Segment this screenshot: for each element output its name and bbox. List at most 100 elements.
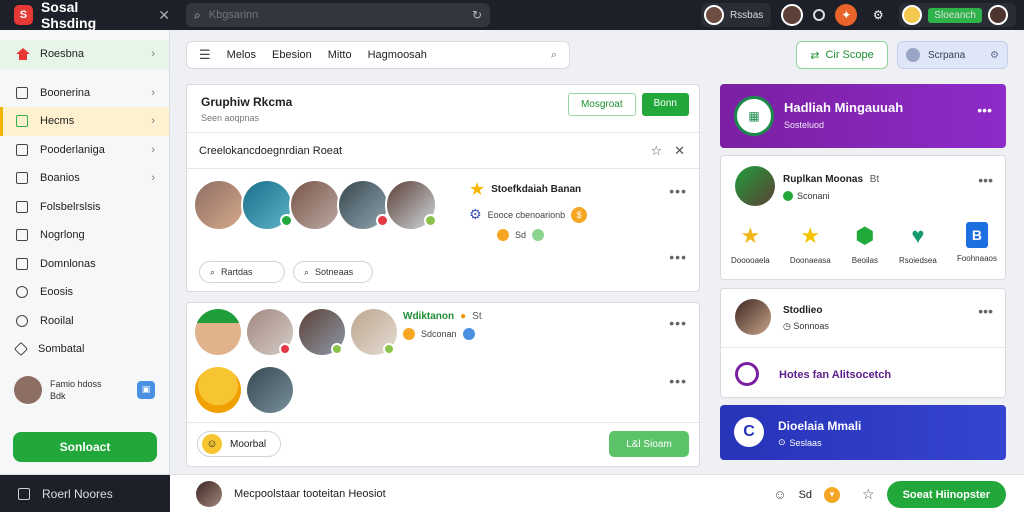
menu-icon[interactable]: ☰ [199,47,211,63]
avatar[interactable] [735,299,771,335]
sidebar-item-9[interactable]: Rooilal [0,307,169,336]
top-right-controls: Rssbas ✦ ⚙ Sloeanch [700,3,1016,27]
badge-label: Beoilas [851,256,878,265]
contact-link[interactable]: Hotes fan Alitsocetch [779,369,891,381]
avatar[interactable] [351,309,397,355]
sidebar-profile[interactable]: Famio hdoss Bdk ▣ [0,372,169,408]
notification-icon[interactable]: ✦ [835,4,858,26]
avatar[interactable] [195,309,241,355]
calendar-icon[interactable]: ▣ [137,380,155,399]
top-search-bar[interactable]: ⌕ ↻ [186,3,490,27]
chevron-right-icon: › [151,172,155,185]
sidebar-item-label: Pooderlaniga [40,143,105,156]
avatar [988,5,1008,25]
primary-button[interactable]: Bonn [641,93,689,116]
avatar[interactable] [247,309,293,355]
star-icon[interactable]: ☆ [650,143,662,159]
close-icon[interactable]: ✕ [158,7,170,24]
avatar[interactable] [247,367,293,413]
star-icon[interactable]: ☆ [862,486,875,503]
list-icon [16,200,28,213]
comment-input-text: Rartdas [221,267,253,277]
reaction-chip[interactable]: ☺ Moorbal [197,431,282,457]
avatar[interactable] [337,179,389,231]
person-desc: Eooce cbenoarionb [487,209,566,220]
tab-2[interactable]: Mitto [328,49,352,61]
tab-1[interactable]: Ebesion [272,49,312,61]
chevron-down-icon[interactable]: ▾ [824,486,841,503]
profile-chip[interactable]: Sloeanch [899,3,1016,27]
badge-trophy[interactable]: ★ Dooooaela [731,222,770,265]
sidebar-item-home[interactable]: Roesbna › [0,40,169,69]
page-icon [16,115,28,128]
avatar[interactable] [195,367,241,413]
sidebar-item-8[interactable]: Eoosis [0,278,169,307]
pin-icon: ● [460,311,467,322]
avatar[interactable] [385,179,437,231]
star-icon: ★ [469,179,486,199]
more-icon[interactable]: ••• [978,172,993,188]
more-icon[interactable]: ••• [669,315,687,331]
promo-card-purple[interactable]: ▦ Hadliah Mingauuah Sosteluod ••• [720,84,1006,148]
settings-icon[interactable]: ⚙ [990,50,999,61]
tab-3[interactable]: Hagmoosah [368,49,427,61]
sidebar-cta-button[interactable]: Sonloact [13,432,157,462]
gear-icon[interactable]: ⚙ [867,4,889,26]
reply-input[interactable]: ⌕ Sotneaas [293,261,373,283]
smile-icon: ☺ [202,434,222,454]
book-icon: B [965,222,988,248]
avatar[interactable] [735,166,775,206]
sidebar-item-10[interactable]: Sombatal [0,335,169,364]
arrows-icon: ⇄ [810,49,820,62]
sidebar-item-5[interactable]: Folsbelrslsis [0,193,169,222]
sidebar-item-2[interactable]: Hecms › [0,107,169,136]
more-icon[interactable]: ••• [669,249,687,265]
refresh-icon[interactable]: ↻ [472,8,482,22]
avatar [14,375,42,404]
filter-chip[interactable]: Scrpana ⚙ [897,41,1008,69]
badge-book[interactable]: B Foohnaaos [957,222,997,265]
search-input[interactable] [208,9,464,21]
gears-icon: ⚙ [469,206,482,222]
sidebar-item-3[interactable]: Pooderlaniga › [0,136,169,165]
avatar[interactable] [781,4,804,26]
comment-input[interactable]: ⌕ Rartdas [199,261,285,283]
sidebar-item-label: Roesbna [40,48,85,61]
sidebar-item-label: Nogrlong [40,229,85,242]
user-chip[interactable]: Rssbas [700,3,772,27]
more-icon[interactable]: ••• [978,303,993,319]
more-icon[interactable]: ••• [669,183,687,199]
more-icon[interactable]: ••• [977,102,992,118]
sidebar-item-4[interactable]: Boanios › [0,164,169,193]
promo-card-blue[interactable]: C Dioelaia Mmali ⊙ Seslaas [720,405,1006,460]
bottom-left[interactable]: Roerl Noores [0,475,170,512]
badge-shield[interactable]: ⬢ Beoilas [851,222,879,265]
scope-button-label: Cir Scope [825,49,874,61]
post-button[interactable]: Soeat Hiinopster [886,481,1006,508]
main-toolbar: ☰ Melos Ebesion Mitto Hagmoosah ⌕ [186,41,570,69]
secondary-button[interactable]: Mosgroat [567,93,636,116]
clock-icon: ◷ [783,321,791,331]
sidebar-item-1[interactable]: Boonerina › [0,79,169,108]
tab-0[interactable]: Melos [227,49,256,61]
star-icon: ★ [800,223,821,248]
sidebar-item-7[interactable]: Domnlonas [0,250,169,279]
card-row[interactable]: Creelokancdoegnrdian Roeat ☆ ✕ [187,133,699,169]
compose-area[interactable]: Mecpoolstaar tooteitan Heosiot [196,481,386,507]
emoji-icon[interactable]: ☺ [773,487,786,502]
avatar[interactable] [289,179,341,231]
send-button[interactable]: L&l Sioam [609,431,689,457]
scope-button[interactable]: ⇄ Cir Scope [796,41,888,69]
close-icon[interactable]: ✕ [674,143,685,159]
avatar[interactable] [299,309,345,355]
avatar[interactable] [241,179,293,231]
avatar-group [193,179,437,231]
badge-star[interactable]: ★ Doonaeasa [790,222,831,265]
badge-heart[interactable]: ♥ Rsoiedsea [899,222,937,265]
more-icon[interactable]: ••• [669,373,687,389]
avatar[interactable] [193,179,245,231]
search-icon[interactable]: ⌕ [551,49,557,62]
sidebar-item-6[interactable]: Nogrlong [0,221,169,250]
promo-sub-row: ⊙ Seslaas [778,437,822,448]
status-ring-icon[interactable] [813,9,826,21]
